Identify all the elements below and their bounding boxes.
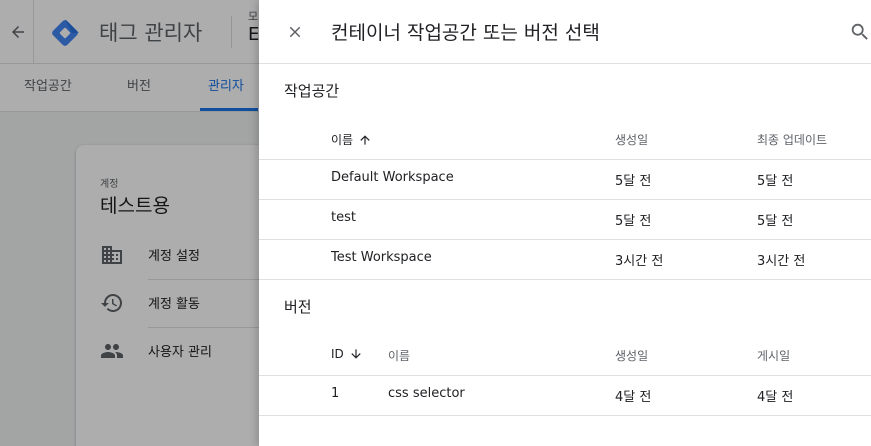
column-header-name[interactable]: 이름 bbox=[331, 131, 372, 148]
panel-header: 컨테이너 작업공간 또는 버전 선택 bbox=[259, 0, 871, 64]
workspace-name: Test Workspace bbox=[331, 250, 432, 265]
version-row[interactable]: 1 css selector 4달 전 4달 전 bbox=[259, 375, 871, 415]
column-header-version-created[interactable]: 생성일 bbox=[615, 347, 648, 364]
column-header-label: 이름 bbox=[331, 133, 354, 147]
close-icon[interactable] bbox=[281, 18, 309, 46]
workspace-row[interactable]: test 5달 전 5달 전 bbox=[259, 199, 871, 239]
arrow-up-icon bbox=[360, 134, 370, 145]
workspace-created: 5달 전 bbox=[615, 174, 652, 189]
workspace-updated: 3시간 전 bbox=[757, 254, 806, 269]
versions-section-title: 버전 bbox=[284, 298, 312, 316]
workspaces-section-title: 작업공간 bbox=[284, 82, 340, 100]
column-header-created[interactable]: 생성일 bbox=[615, 131, 648, 148]
version-name: css selector bbox=[388, 386, 465, 401]
workspace-row[interactable]: Test Workspace 3시간 전 3시간 전 bbox=[259, 239, 871, 279]
workspace-name: Default Workspace bbox=[331, 170, 454, 185]
search-icon[interactable] bbox=[849, 18, 871, 46]
workspace-created: 3시간 전 bbox=[615, 254, 664, 269]
version-published: 4달 전 bbox=[757, 390, 794, 405]
container-selector-panel: 컨테이너 작업공간 또는 버전 선택 작업공간 이름 생성일 최종 업데이트 D… bbox=[259, 0, 871, 446]
version-created: 4달 전 bbox=[615, 390, 652, 405]
panel-title: 컨테이너 작업공간 또는 버전 선택 bbox=[331, 22, 600, 44]
arrow-down-icon bbox=[351, 349, 361, 359]
column-header-updated[interactable]: 최종 업데이트 bbox=[757, 131, 827, 148]
workspace-row[interactable]: Default Workspace 5달 전 5달 전 bbox=[259, 159, 871, 199]
column-header-version-name[interactable]: 이름 bbox=[388, 347, 410, 364]
column-header-id[interactable]: ID bbox=[331, 347, 363, 361]
divider bbox=[259, 415, 871, 416]
divider bbox=[259, 279, 871, 280]
column-header-label: ID bbox=[331, 347, 344, 361]
workspace-name: test bbox=[331, 210, 356, 225]
workspace-updated: 5달 전 bbox=[757, 174, 794, 189]
workspace-updated: 5달 전 bbox=[757, 214, 794, 229]
column-header-published[interactable]: 게시일 bbox=[757, 347, 790, 364]
workspace-created: 5달 전 bbox=[615, 214, 652, 229]
version-id: 1 bbox=[331, 386, 340, 401]
